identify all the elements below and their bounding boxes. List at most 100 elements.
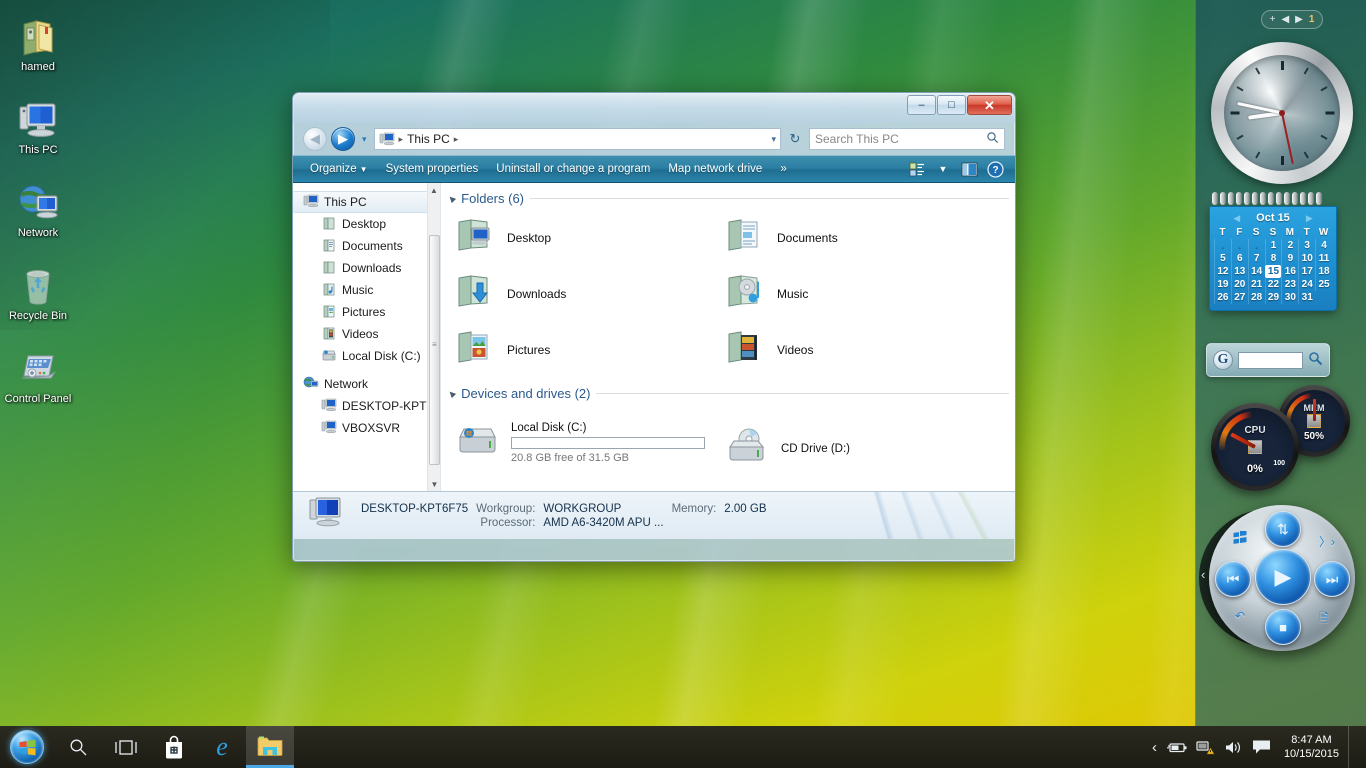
calendar-day[interactable]: 28: [1248, 291, 1265, 304]
nav-item-downloads[interactable]: Downloads: [293, 257, 440, 279]
search-icon[interactable]: [1308, 351, 1323, 369]
desktop-icon-this-pc[interactable]: This PC: [0, 87, 76, 164]
calendar-day[interactable]: 5: [1214, 252, 1231, 265]
folder-tile-pictures[interactable]: Pictures: [455, 328, 725, 372]
nav-item-desktop[interactable]: Desktop: [293, 213, 440, 235]
calendar-prev-icon[interactable]: ◀: [1233, 213, 1240, 224]
nav-pane-scrollbar[interactable]: ▲ ▼: [427, 183, 440, 491]
system-properties-button[interactable]: System properties: [377, 159, 488, 179]
media-collapse-icon[interactable]: ‹: [1201, 567, 1205, 582]
desktop-icon-control-panel[interactable]: Control Panel: [0, 336, 76, 413]
network-warning-icon[interactable]: [1196, 740, 1215, 755]
view-dropdown-icon[interactable]: ▼: [931, 159, 955, 179]
file-explorer-window[interactable]: ‒ □ ✕ ◀ ▶ ▾: [292, 92, 1016, 562]
taskbar-edge-button[interactable]: e: [198, 726, 246, 768]
taskbar-clock[interactable]: 8:47 AM 10/15/2015: [1280, 733, 1339, 761]
scroll-up-icon[interactable]: ▲: [428, 183, 440, 197]
next-button[interactable]: ⏭: [1314, 561, 1350, 597]
calendar-day[interactable]: 12: [1214, 265, 1231, 278]
content-pane[interactable]: ◀ Folders (6): [441, 183, 1015, 491]
calendar-day[interactable]: 6: [1231, 252, 1248, 265]
taskbar[interactable]: e ‹: [0, 726, 1366, 768]
nav-item-documents[interactable]: Documents: [293, 235, 440, 257]
previous-button[interactable]: ⏮: [1215, 561, 1251, 597]
overflow-button[interactable]: »: [771, 159, 795, 179]
tray-expand-icon[interactable]: ‹: [1152, 739, 1157, 756]
close-button[interactable]: ✕: [967, 95, 1012, 115]
help-icon[interactable]: ?: [983, 159, 1007, 179]
taskbar-task-view-button[interactable]: [102, 726, 150, 768]
recent-locations-button[interactable]: ▾: [359, 134, 370, 145]
organize-button[interactable]: Organize▼: [301, 159, 377, 179]
desktop[interactable]: hamed This PC: [0, 0, 1366, 768]
stop-button[interactable]: ■: [1265, 609, 1301, 645]
search-gadget[interactable]: G: [1206, 343, 1330, 377]
folder-tile-documents[interactable]: Documents: [725, 216, 995, 260]
file-icon[interactable]: 🗎: [1319, 609, 1329, 630]
windows-logo-icon[interactable]: [1233, 531, 1247, 548]
cpu-meter-gadget[interactable]: CPU 100 0%: [1211, 403, 1299, 491]
calendar-day[interactable]: 31: [1298, 291, 1315, 304]
calendar-day[interactable]: 30: [1281, 291, 1298, 304]
calendar-day-today[interactable]: 15: [1265, 265, 1282, 278]
window-titlebar[interactable]: ‒ □ ✕: [293, 93, 1015, 123]
address-dropdown-icon[interactable]: ▾: [771, 134, 776, 145]
folder-tile-desktop[interactable]: Desktop: [455, 216, 725, 260]
minimize-button[interactable]: ‒: [907, 95, 936, 115]
calendar-day[interactable]: 23: [1281, 278, 1298, 291]
calendar-day[interactable]: 14: [1248, 265, 1265, 278]
calendar-day[interactable]: 8: [1265, 252, 1282, 265]
refresh-button[interactable]: ↻: [785, 128, 805, 150]
drive-tile-local-disk[interactable]: Local Disk (C:) 20.8 GB free of 31.5 GB: [455, 415, 725, 470]
breadcrumb-this-pc[interactable]: This PC: [407, 132, 450, 146]
calendar-day[interactable]: 21: [1248, 278, 1265, 291]
address-bar[interactable]: ▸ This PC ▸ ▾: [374, 128, 781, 150]
folder-tile-music[interactable]: Music: [725, 272, 995, 316]
drive-tile-cd[interactable]: CD Drive (D:): [725, 415, 995, 470]
nav-item-desktop-kpt6f[interactable]: DESKTOP-KPT6F: [293, 395, 440, 417]
calendar-day[interactable]: 19: [1214, 278, 1231, 291]
play-button[interactable]: ▶: [1255, 549, 1311, 605]
breadcrumb-separator[interactable]: ▸: [454, 134, 459, 145]
folder-tile-downloads[interactable]: Downloads: [455, 272, 725, 316]
gadget-sidebar[interactable]: + ◀ ▶ 1: [1195, 0, 1366, 726]
forward-button[interactable]: ▶: [331, 127, 355, 151]
navigation-pane[interactable]: This PC Desktop Documents: [293, 183, 441, 491]
search-gadget-input[interactable]: [1238, 352, 1303, 369]
uninstall-button[interactable]: Uninstall or change a program: [487, 159, 659, 179]
calendar-day[interactable]: 27: [1231, 291, 1248, 304]
battery-icon[interactable]: [1166, 741, 1187, 754]
desktop-icon-network[interactable]: Network: [0, 170, 76, 247]
view-options-icon[interactable]: [905, 159, 929, 179]
next-page-button[interactable]: ▶: [1295, 14, 1303, 25]
taskbar-search-button[interactable]: [54, 726, 102, 768]
eject-icon[interactable]: 〉›: [1319, 533, 1335, 550]
scrollbar-thumb[interactable]: [429, 235, 440, 465]
calendar-day[interactable]: 22: [1265, 278, 1282, 291]
calendar-gadget[interactable]: ◀ Oct 15 ▶ TFSSMTW...1234567891011121314…: [1209, 192, 1337, 311]
nav-item-music[interactable]: Music: [293, 279, 440, 301]
calendar-day[interactable]: 1: [1265, 239, 1282, 252]
action-center-icon[interactable]: [1252, 739, 1271, 755]
nav-item-vboxsvr[interactable]: VBOXSVR: [293, 417, 440, 439]
back-button[interactable]: ◀: [303, 127, 327, 151]
volume-button[interactable]: ⇅: [1265, 511, 1301, 547]
maximize-button[interactable]: □: [937, 95, 966, 115]
repeat-icon[interactable]: ↶: [1235, 609, 1245, 623]
folder-tile-videos[interactable]: Videos: [725, 328, 995, 372]
nav-item-local-disk[interactable]: Local Disk (C:): [293, 345, 440, 367]
collapse-triangle-icon[interactable]: ◀: [447, 193, 458, 204]
desktop-icon-hamed[interactable]: hamed: [0, 4, 76, 81]
calendar-day[interactable]: 2: [1281, 239, 1298, 252]
taskbar-file-explorer-button[interactable]: [246, 726, 294, 768]
calendar-day[interactable]: 20: [1231, 278, 1248, 291]
calendar-day[interactable]: 7: [1248, 252, 1265, 265]
show-desktop-button[interactable]: [1348, 726, 1356, 768]
nav-item-this-pc[interactable]: This PC: [293, 191, 432, 213]
clock-gadget[interactable]: [1211, 42, 1353, 184]
map-network-drive-button[interactable]: Map network drive: [659, 159, 771, 179]
add-gadget-button[interactable]: +: [1270, 14, 1276, 25]
collapse-triangle-icon[interactable]: ◀: [447, 388, 458, 399]
system-meters-gadget[interactable]: MEM 50% CPU 100 0%: [1206, 385, 1356, 495]
volume-icon[interactable]: [1224, 740, 1243, 755]
